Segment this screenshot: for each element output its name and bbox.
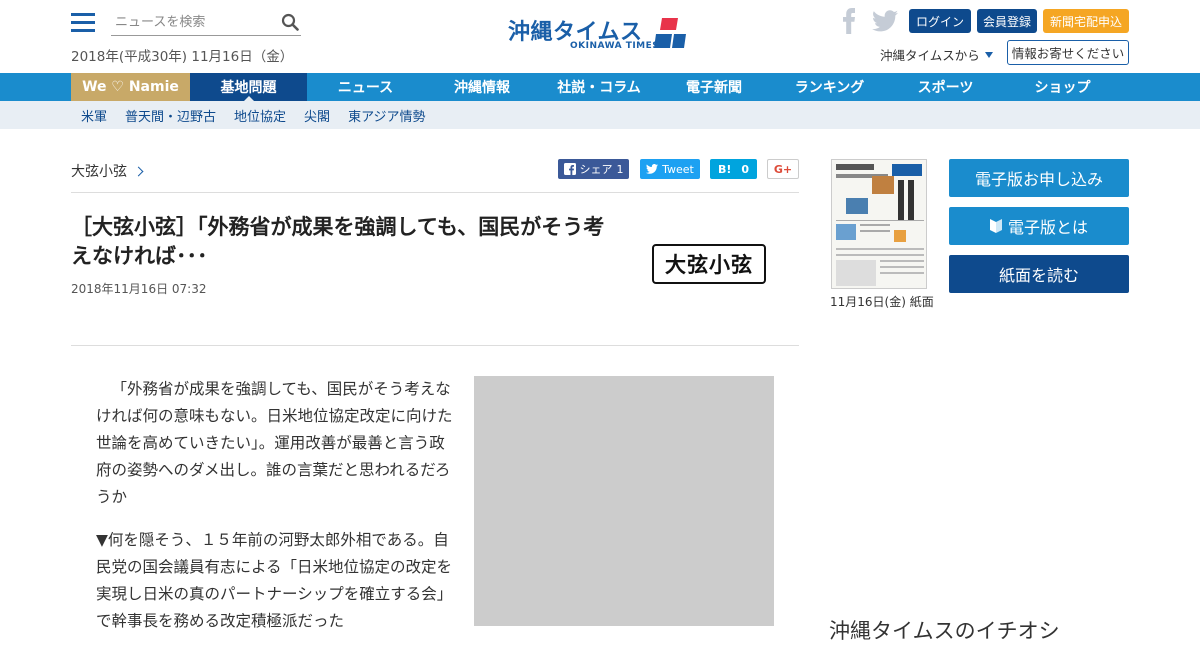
breadcrumb[interactable]: 大弦小弦 bbox=[71, 161, 144, 181]
divider bbox=[71, 192, 799, 193]
nav-item-news[interactable]: ニュース bbox=[307, 73, 424, 101]
search-box bbox=[111, 10, 301, 36]
newspaper-thumbnail[interactable] bbox=[831, 159, 927, 289]
chevron-down-icon bbox=[984, 51, 993, 58]
hatena-bookmark-button[interactable]: B! 0 bbox=[710, 159, 757, 179]
subnav-item-futenma-henoko[interactable]: 普天間・辺野古 bbox=[125, 106, 216, 125]
nav-item-okinawa-info[interactable]: 沖縄情報 bbox=[424, 73, 540, 101]
send-info-button[interactable]: 情報お寄せください bbox=[1007, 40, 1129, 65]
from-okinawa-times-dropdown[interactable]: 沖縄タイムスから bbox=[880, 45, 993, 64]
hatena-bookmark-icon: B! bbox=[717, 162, 732, 176]
delivery-subscribe-button[interactable]: 新聞宅配申込 bbox=[1043, 9, 1129, 33]
divider bbox=[71, 345, 799, 346]
facebook-share-count: 1 bbox=[616, 162, 624, 176]
facebook-share-button[interactable]: シェア 1 bbox=[558, 159, 629, 179]
e-paper-about-label: 電子版とは bbox=[1007, 218, 1088, 237]
subnav-item-us-military[interactable]: 米軍 bbox=[81, 106, 107, 125]
article-paragraph: ▼何を隠そう、１５年前の河野太郎外相である。自民党の国会議員有志による「日米地位… bbox=[96, 531, 453, 630]
logo-plus-mark-icon bbox=[654, 18, 686, 48]
column-logo: 大弦小弦 bbox=[652, 244, 766, 284]
site-header: 2018年(平成30年) 11月16日（金） 沖縄タイムス OKINAWA TI… bbox=[0, 0, 1200, 73]
article-paragraph: 「外務省が成果を強調しても、国民がそう考えなければ何の意味もない。日米地位協定改… bbox=[96, 380, 453, 506]
nav-item-sports[interactable]: スポーツ bbox=[889, 73, 1002, 101]
article-title: ［大弦小弦］「外務省が成果を強調しても、国民がそう考えなければ･･･ bbox=[71, 215, 605, 268]
subnav-item-senkaku[interactable]: 尖閣 bbox=[304, 106, 330, 125]
hatena-bookmark-count: 0 bbox=[741, 162, 750, 176]
beginner-mark-icon bbox=[989, 219, 1002, 233]
tweet-button[interactable]: Tweet bbox=[640, 159, 700, 179]
nav-item-shop[interactable]: ショップ bbox=[1002, 73, 1123, 101]
hamburger-menu-icon[interactable] bbox=[71, 13, 95, 33]
facebook-icon bbox=[563, 163, 576, 175]
search-input[interactable] bbox=[111, 10, 276, 34]
twitter-icon bbox=[646, 164, 659, 174]
e-paper-about-button[interactable]: 電子版とは bbox=[949, 207, 1129, 245]
main-nav: We ♡ Namie 基地問題 ニュース 沖縄情報 社説・コラム 電子新聞 ラン… bbox=[0, 73, 1200, 101]
article-body: 「外務省が成果を強調しても、国民がそう考えなければ何の意味もない。日米地位協定改… bbox=[96, 376, 456, 651]
ad-placeholder[interactable] bbox=[474, 376, 774, 626]
recommended-heading: 沖縄タイムスのイチオシ bbox=[829, 619, 1060, 643]
current-date: 2018年(平成30年) 11月16日（金） bbox=[71, 49, 294, 65]
publish-date: 2018年11月16日 07:32 bbox=[71, 282, 207, 296]
subnav-item-east-asia[interactable]: 東アジア情勢 bbox=[348, 106, 425, 125]
nav-item-e-paper[interactable]: 電子新聞 bbox=[658, 73, 770, 101]
newspaper-page-image bbox=[832, 160, 926, 288]
facebook-icon[interactable] bbox=[840, 8, 858, 34]
register-button[interactable]: 会員登録 bbox=[977, 9, 1037, 33]
sub-nav: 米軍 普天間・辺野古 地位協定 尖閣 東アジア情勢 bbox=[0, 101, 1200, 129]
nav-item-namie[interactable]: We ♡ Namie bbox=[71, 73, 190, 101]
nav-item-base-issues[interactable]: 基地問題 bbox=[190, 73, 307, 101]
twitter-icon[interactable] bbox=[872, 10, 898, 32]
paper-date-caption: 11月16日(金) 紙面 bbox=[830, 295, 934, 309]
logo-sub-text: OKINAWA TIMES bbox=[570, 41, 660, 51]
facebook-share-label: シェア bbox=[579, 163, 613, 176]
breadcrumb-label: 大弦小弦 bbox=[71, 164, 127, 180]
google-plus-share-button[interactable]: G+ bbox=[767, 159, 799, 179]
from-label: 沖縄タイムスから bbox=[880, 48, 980, 63]
login-button[interactable]: ログイン bbox=[909, 9, 971, 33]
site-logo[interactable]: 沖縄タイムス OKINAWA TIMES bbox=[508, 14, 698, 56]
subnav-item-sofa[interactable]: 地位協定 bbox=[234, 106, 286, 125]
read-paper-button[interactable]: 紙面を読む bbox=[949, 255, 1129, 293]
nav-item-editorial-column[interactable]: 社説・コラム bbox=[540, 73, 658, 101]
e-paper-apply-button[interactable]: 電子版お申し込み bbox=[949, 159, 1129, 197]
nav-item-ranking[interactable]: ランキング bbox=[770, 73, 889, 101]
chevron-right-icon bbox=[133, 166, 144, 176]
tweet-label: Tweet bbox=[662, 162, 694, 176]
search-icon[interactable] bbox=[281, 13, 299, 31]
